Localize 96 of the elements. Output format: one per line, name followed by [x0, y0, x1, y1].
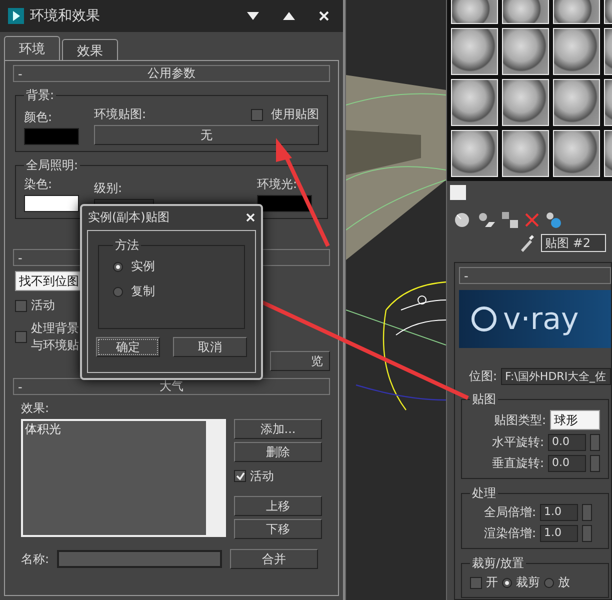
- bitmap-label: 位图:: [469, 368, 498, 385]
- move-down-button[interactable]: 下移: [234, 519, 322, 539]
- checkbox-label: 活动: [31, 297, 55, 314]
- environment-map-label: 环境贴图:: [94, 106, 146, 123]
- app-logo-icon: [8, 8, 24, 24]
- radio-label: 复制: [131, 283, 155, 300]
- tint-label: 染色:: [24, 176, 54, 193]
- cancel-button[interactable]: 取消: [173, 337, 247, 357]
- cubes-icon[interactable]: [501, 211, 519, 229]
- mapping-type-dropdown[interactable]: 球形: [550, 410, 600, 430]
- merge-button[interactable]: 合并: [230, 549, 318, 569]
- horizontal-rotation-field[interactable]: 0.0: [548, 434, 586, 451]
- effects-label: 效果:: [21, 400, 50, 417]
- radio-label: 裁剪: [516, 574, 540, 591]
- eyedropper-icon[interactable]: [519, 234, 535, 252]
- map-name-field[interactable]: 贴图 #2: [541, 234, 606, 252]
- collapse-sign: -: [18, 380, 24, 394]
- group-title: 裁剪/放置: [471, 555, 526, 572]
- vertical-rotation-field[interactable]: 0.0: [548, 455, 586, 472]
- ok-button[interactable]: 确定: [96, 337, 160, 357]
- material-sphere-slot[interactable]: [553, 0, 600, 24]
- material-sphere-slot[interactable]: [451, 130, 498, 177]
- scrollbar[interactable]: [206, 421, 224, 535]
- checkbox[interactable]: [251, 108, 263, 120]
- logo-text: v·ray: [503, 302, 579, 336]
- close-icon[interactable]: [319, 11, 329, 21]
- checkbox[interactable]: [234, 470, 246, 482]
- spheres-icon[interactable]: [545, 211, 563, 229]
- preview-button[interactable]: 览: [270, 351, 330, 371]
- map-button[interactable]: 无: [94, 125, 319, 145]
- radio-label: 放: [558, 574, 570, 591]
- checkbox-label: 处理背景: [31, 320, 79, 337]
- material-sphere-slot[interactable]: [502, 130, 549, 177]
- collapse-up-icon[interactable]: [283, 12, 295, 20]
- checkbox-label: 开: [486, 574, 498, 591]
- checkbox[interactable]: [15, 300, 27, 312]
- render-multiplier-field[interactable]: 1.0: [540, 525, 578, 542]
- level-label: 级别:: [94, 180, 124, 196]
- group-title: 贴图: [471, 391, 497, 408]
- rollout-header[interactable]: - 大气: [13, 378, 330, 395]
- checkbox-label: 活动: [250, 468, 274, 484]
- mapping-type-label: 贴图类型:: [494, 412, 546, 428]
- vertical-rotation-label: 垂直旋转:: [492, 455, 544, 472]
- dialog-title: 实例(副本)贴图: [88, 208, 170, 226]
- material-sphere-slot[interactable]: [451, 0, 498, 24]
- collapse-sign: -: [18, 66, 24, 80]
- radio-button[interactable]: [113, 286, 123, 296]
- group-title: 方法: [114, 237, 140, 254]
- material-sphere-slot[interactable]: [502, 28, 549, 75]
- radio-button[interactable]: [502, 578, 512, 588]
- collapse-down-icon[interactable]: [247, 12, 259, 20]
- radio-button[interactable]: [544, 578, 554, 588]
- material-sphere-slot[interactable]: [451, 79, 498, 126]
- close-icon[interactable]: [246, 212, 255, 222]
- rollout-header[interactable]: -: [459, 267, 611, 284]
- name-label: 名称:: [21, 550, 50, 568]
- name-field[interactable]: [57, 550, 222, 568]
- color-label: 颜色:: [24, 109, 54, 126]
- move-up-button[interactable]: 上移: [234, 496, 322, 516]
- render-multiplier-label: 渲染倍增:: [484, 525, 536, 542]
- group-title: 全局照明:: [25, 157, 80, 174]
- ambient-label: 环境光:: [257, 176, 298, 193]
- checkbox[interactable]: [470, 576, 482, 588]
- material-sphere-slot[interactable]: [502, 79, 549, 126]
- checkbox-label: 使用贴图: [271, 106, 319, 123]
- color-swatch[interactable]: [24, 195, 79, 212]
- material-sphere-slot[interactable]: [553, 79, 600, 126]
- rollout-title: 公用参数: [146, 65, 196, 82]
- delete-button[interactable]: 删除: [234, 442, 322, 462]
- material-sphere-slot[interactable]: [553, 28, 600, 75]
- checkbox-label: 与环境贴: [31, 337, 79, 354]
- viewport[interactable]: [345, 0, 447, 600]
- radio-label: 实例: [131, 258, 155, 275]
- collapse-sign: -: [464, 268, 470, 282]
- swap-icon[interactable]: [477, 211, 495, 229]
- material-sphere-slot[interactable]: [502, 0, 549, 24]
- material-sphere-slot[interactable]: [553, 130, 600, 177]
- global-multiplier-label: 全局倍增:: [484, 504, 536, 521]
- logo-swirl-icon: [471, 306, 497, 332]
- radio-button[interactable]: [113, 262, 123, 272]
- add-button[interactable]: 添加...: [234, 419, 322, 439]
- rollout-title: 大气: [158, 378, 184, 395]
- color-swatch[interactable]: [24, 128, 79, 145]
- horizontal-rotation-label: 水平旋转:: [492, 434, 544, 451]
- collapse-sign: -: [18, 250, 24, 264]
- group-title: 背景:: [25, 87, 56, 104]
- list-item[interactable]: 体积光: [23, 421, 63, 437]
- material-sphere-slot[interactable]: [451, 28, 498, 75]
- global-multiplier-field[interactable]: 1.0: [540, 504, 578, 521]
- bitmap-path-field[interactable]: F:\国外HDRI大全_佐: [501, 368, 611, 385]
- group-title: 处理: [471, 485, 497, 502]
- tab[interactable]: 环境: [4, 36, 60, 60]
- window-title: 环境和效果: [30, 7, 101, 25]
- rollout-header[interactable]: - 公用参数: [13, 65, 330, 82]
- checkbox[interactable]: [15, 331, 27, 343]
- tab[interactable]: 效果: [62, 39, 118, 60]
